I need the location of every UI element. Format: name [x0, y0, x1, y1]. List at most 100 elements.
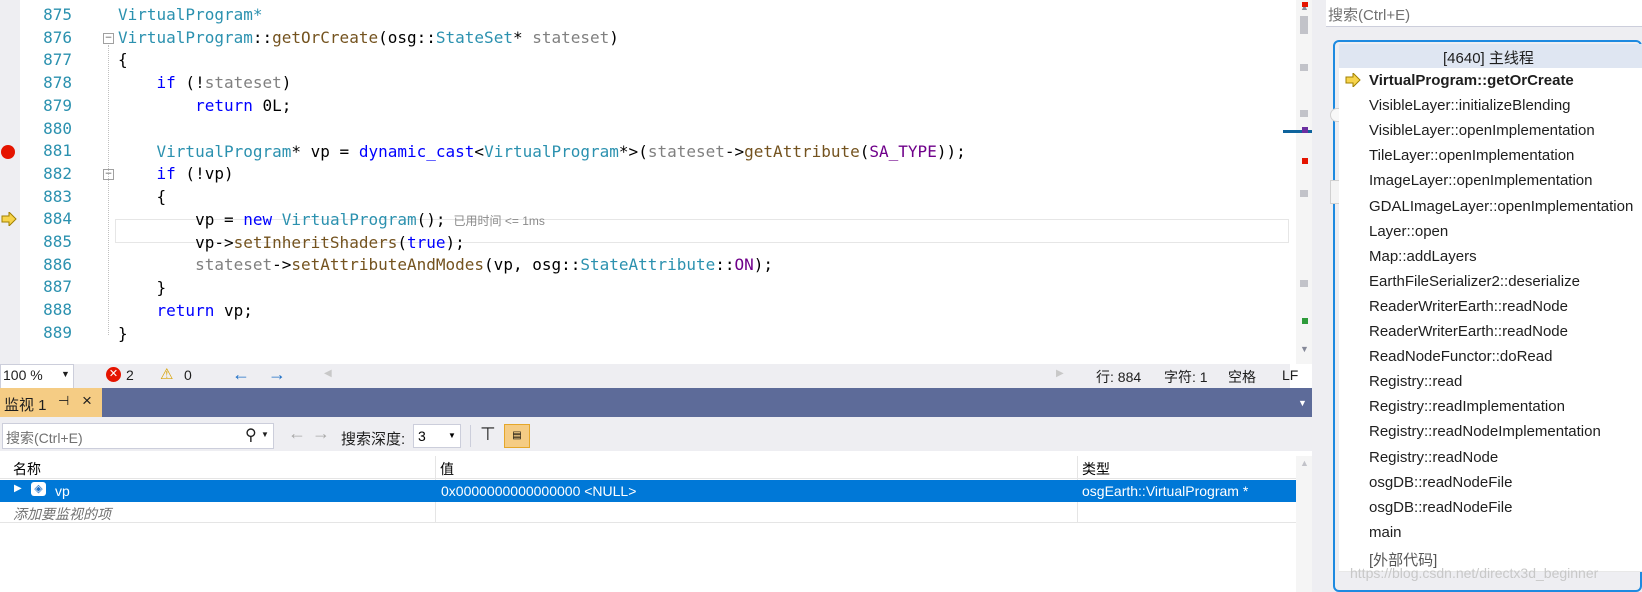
scroll-down-icon[interactable]: ▼: [1300, 344, 1309, 354]
scroll-up-icon[interactable]: ▲: [1300, 458, 1309, 468]
line-number[interactable]: 887: [20, 275, 72, 299]
search-depth-select[interactable]: 3 ▼: [413, 424, 461, 448]
whitespace-indicator[interactable]: 空格: [1228, 367, 1256, 387]
hscroll-right-icon[interactable]: ▶: [1056, 368, 1064, 379]
line-number[interactable]: 879: [20, 94, 72, 118]
callstack-frame[interactable]: ImageLayer::openImplementation: [1339, 168, 1642, 196]
line-indicator[interactable]: 行: 884: [1096, 367, 1141, 387]
line-number[interactable]: 889: [20, 321, 72, 345]
fold-toggle-icon[interactable]: −: [103, 33, 114, 44]
callstack-frame[interactable]: Layer::open: [1339, 218, 1642, 246]
callstack-frame-label: Registry::readNodeImplementation: [1369, 423, 1601, 441]
callstack-frame[interactable]: VisibleLayer::initializeBlending: [1339, 93, 1642, 121]
callstack-frame[interactable]: ReaderWriterEarth::readNode: [1339, 293, 1642, 321]
scroll-marker: [1300, 110, 1308, 117]
callstack-frame[interactable]: osgDB::readNodeFile: [1339, 469, 1642, 497]
editor-scrollbar[interactable]: ▲ ▼: [1296, 0, 1312, 364]
code-line-879[interactable]: return 0L;: [118, 94, 291, 118]
editor-gutter[interactable]: [0, 0, 20, 364]
callstack-frame-label: osgDB::readNodeFile: [1369, 498, 1513, 516]
callstack-frame[interactable]: GDALImageLayer::openImplementation: [1339, 193, 1642, 221]
search-back-icon[interactable]: ←: [288, 423, 306, 444]
callstack-frame[interactable]: osgDB::readNodeFile: [1339, 494, 1642, 522]
line-number[interactable]: 886: [20, 253, 72, 277]
search-icon[interactable]: ⚲: [245, 425, 257, 445]
line-number[interactable]: 884: [20, 207, 72, 231]
callstack-frame[interactable]: TileLayer::openImplementation: [1339, 143, 1642, 171]
add-watch-row[interactable]: 添加要监视的项: [0, 502, 1296, 523]
chevron-down-icon[interactable]: ▼: [261, 430, 269, 439]
watch-row[interactable]: ▶ ◈ vp 0x0000000000000000 <NULL> osgEart…: [0, 480, 1296, 502]
line-number[interactable]: 883: [20, 185, 72, 209]
code-line-876[interactable]: VirtualProgram::getOrCreate(osg::StateSe…: [118, 26, 619, 50]
editor-status-bar: 100 % ▼ ✕ 2 ⚠ 0 ← → ◀ ▶ 行: 884 字符: 1 空格 …: [0, 364, 1298, 389]
tab-watch-1[interactable]: 监视 1 ⊣ ×: [0, 388, 102, 417]
code-line-889[interactable]: }: [118, 322, 128, 346]
column-header-type[interactable]: 类型: [1082, 459, 1110, 479]
line-number[interactable]: 880: [20, 117, 72, 141]
eol-indicator[interactable]: LF: [1282, 367, 1298, 383]
callstack-frame[interactable]: VisibleLayer::openImplementation: [1339, 118, 1642, 146]
hex-display-toggle-icon[interactable]: ▤: [504, 424, 530, 448]
callstack-frame[interactable]: EarthFileSerializer2::deserialize: [1339, 268, 1642, 296]
line-number[interactable]: 876: [20, 26, 72, 50]
callstack-frame[interactable]: ReadNodeFunctor::doRead: [1339, 344, 1642, 372]
pin-icon[interactable]: ⊣: [58, 393, 69, 409]
line-number[interactable]: 875: [20, 3, 72, 27]
warning-count[interactable]: 0: [184, 367, 192, 383]
search-depth-label: 搜索深度:: [341, 431, 406, 448]
code-line-886[interactable]: stateset->setAttributeAndModes(vp, osg::…: [118, 253, 773, 277]
close-icon[interactable]: ×: [82, 391, 92, 411]
code-line-884[interactable]: vp = new VirtualProgram(); 已用时间 <= 1ms: [118, 208, 545, 232]
forward-arrow-icon[interactable]: →: [268, 364, 286, 385]
watch-row-type: osgEarth::VirtualProgram *: [1082, 483, 1249, 499]
callstack-frame[interactable]: ReaderWriterEarth::readNode: [1339, 319, 1642, 346]
breakpoint-icon[interactable]: [1, 145, 15, 159]
line-number[interactable]: 888: [20, 298, 72, 322]
line-number[interactable]: 885: [20, 230, 72, 254]
code-line-881[interactable]: VirtualProgram* vp = dynamic_cast<Virtua…: [118, 140, 966, 164]
callstack-frame[interactable]: Registry::read: [1339, 369, 1642, 397]
toolbar-separator: [470, 425, 471, 447]
code-line-875[interactable]: VirtualProgram*: [118, 3, 263, 27]
column-header-value[interactable]: 值: [440, 459, 454, 479]
callstack-search-input[interactable]: 搜索(Ctrl+E): [1326, 0, 1642, 27]
line-number[interactable]: 878: [20, 71, 72, 95]
search-placeholder: 搜索(Ctrl+E): [1328, 7, 1411, 24]
watch-scrollbar[interactable]: ▲: [1296, 456, 1312, 592]
filter-pin-icon[interactable]: ⊤: [480, 424, 496, 445]
window-dropdown-icon[interactable]: ▼: [1298, 398, 1307, 408]
zoom-select[interactable]: 100 % ▼: [0, 364, 74, 389]
callstack-frame-label: VirtualProgram::getOrCreate: [1369, 72, 1574, 89]
callstack-frame[interactable]: Registry::readImplementation: [1339, 394, 1642, 422]
callstack-frame[interactable]: VirtualProgram::getOrCreate: [1339, 68, 1642, 95]
code-line-887[interactable]: }: [118, 276, 167, 300]
hscroll-left-icon[interactable]: ◀: [324, 368, 332, 379]
callstack-frame[interactable]: Registry::readNode: [1339, 444, 1642, 472]
callstack-frame-label: Map::addLayers: [1369, 247, 1477, 265]
expand-icon[interactable]: ▶: [14, 483, 22, 494]
watch-row-value[interactable]: 0x0000000000000000 <NULL>: [441, 483, 636, 499]
callstack-frame-label: EarthFileSerializer2::deserialize: [1369, 272, 1580, 290]
column-header-name[interactable]: 名称: [13, 459, 41, 479]
char-indicator[interactable]: 字符: 1: [1164, 367, 1208, 387]
line-number[interactable]: 882: [20, 162, 72, 186]
code-line-883[interactable]: {: [118, 185, 167, 209]
watch-search-input[interactable]: 搜索(Ctrl+E) ⚲ ▼: [2, 423, 274, 449]
code-line-888[interactable]: return vp;: [118, 299, 253, 323]
code-line-878[interactable]: if (!stateset): [118, 71, 292, 95]
warning-icon[interactable]: ⚠: [160, 365, 173, 383]
callstack-frame[interactable]: Registry::readNodeImplementation: [1339, 419, 1642, 447]
code-line-885[interactable]: vp->setInheritShaders(true);: [118, 231, 465, 255]
code-line-882[interactable]: if (!vp): [118, 162, 234, 186]
line-number[interactable]: 877: [20, 48, 72, 72]
callstack-frame[interactable]: Map::addLayers: [1339, 243, 1642, 271]
back-arrow-icon[interactable]: ←: [232, 364, 250, 385]
error-icon[interactable]: ✕: [106, 367, 121, 382]
callstack-frame[interactable]: main: [1339, 519, 1642, 547]
error-count[interactable]: 2: [126, 367, 134, 383]
code-line-877[interactable]: {: [118, 48, 128, 72]
search-forward-icon[interactable]: →: [312, 423, 330, 444]
line-number[interactable]: 881: [20, 139, 72, 163]
scrollbar-thumb[interactable]: [1300, 16, 1308, 34]
